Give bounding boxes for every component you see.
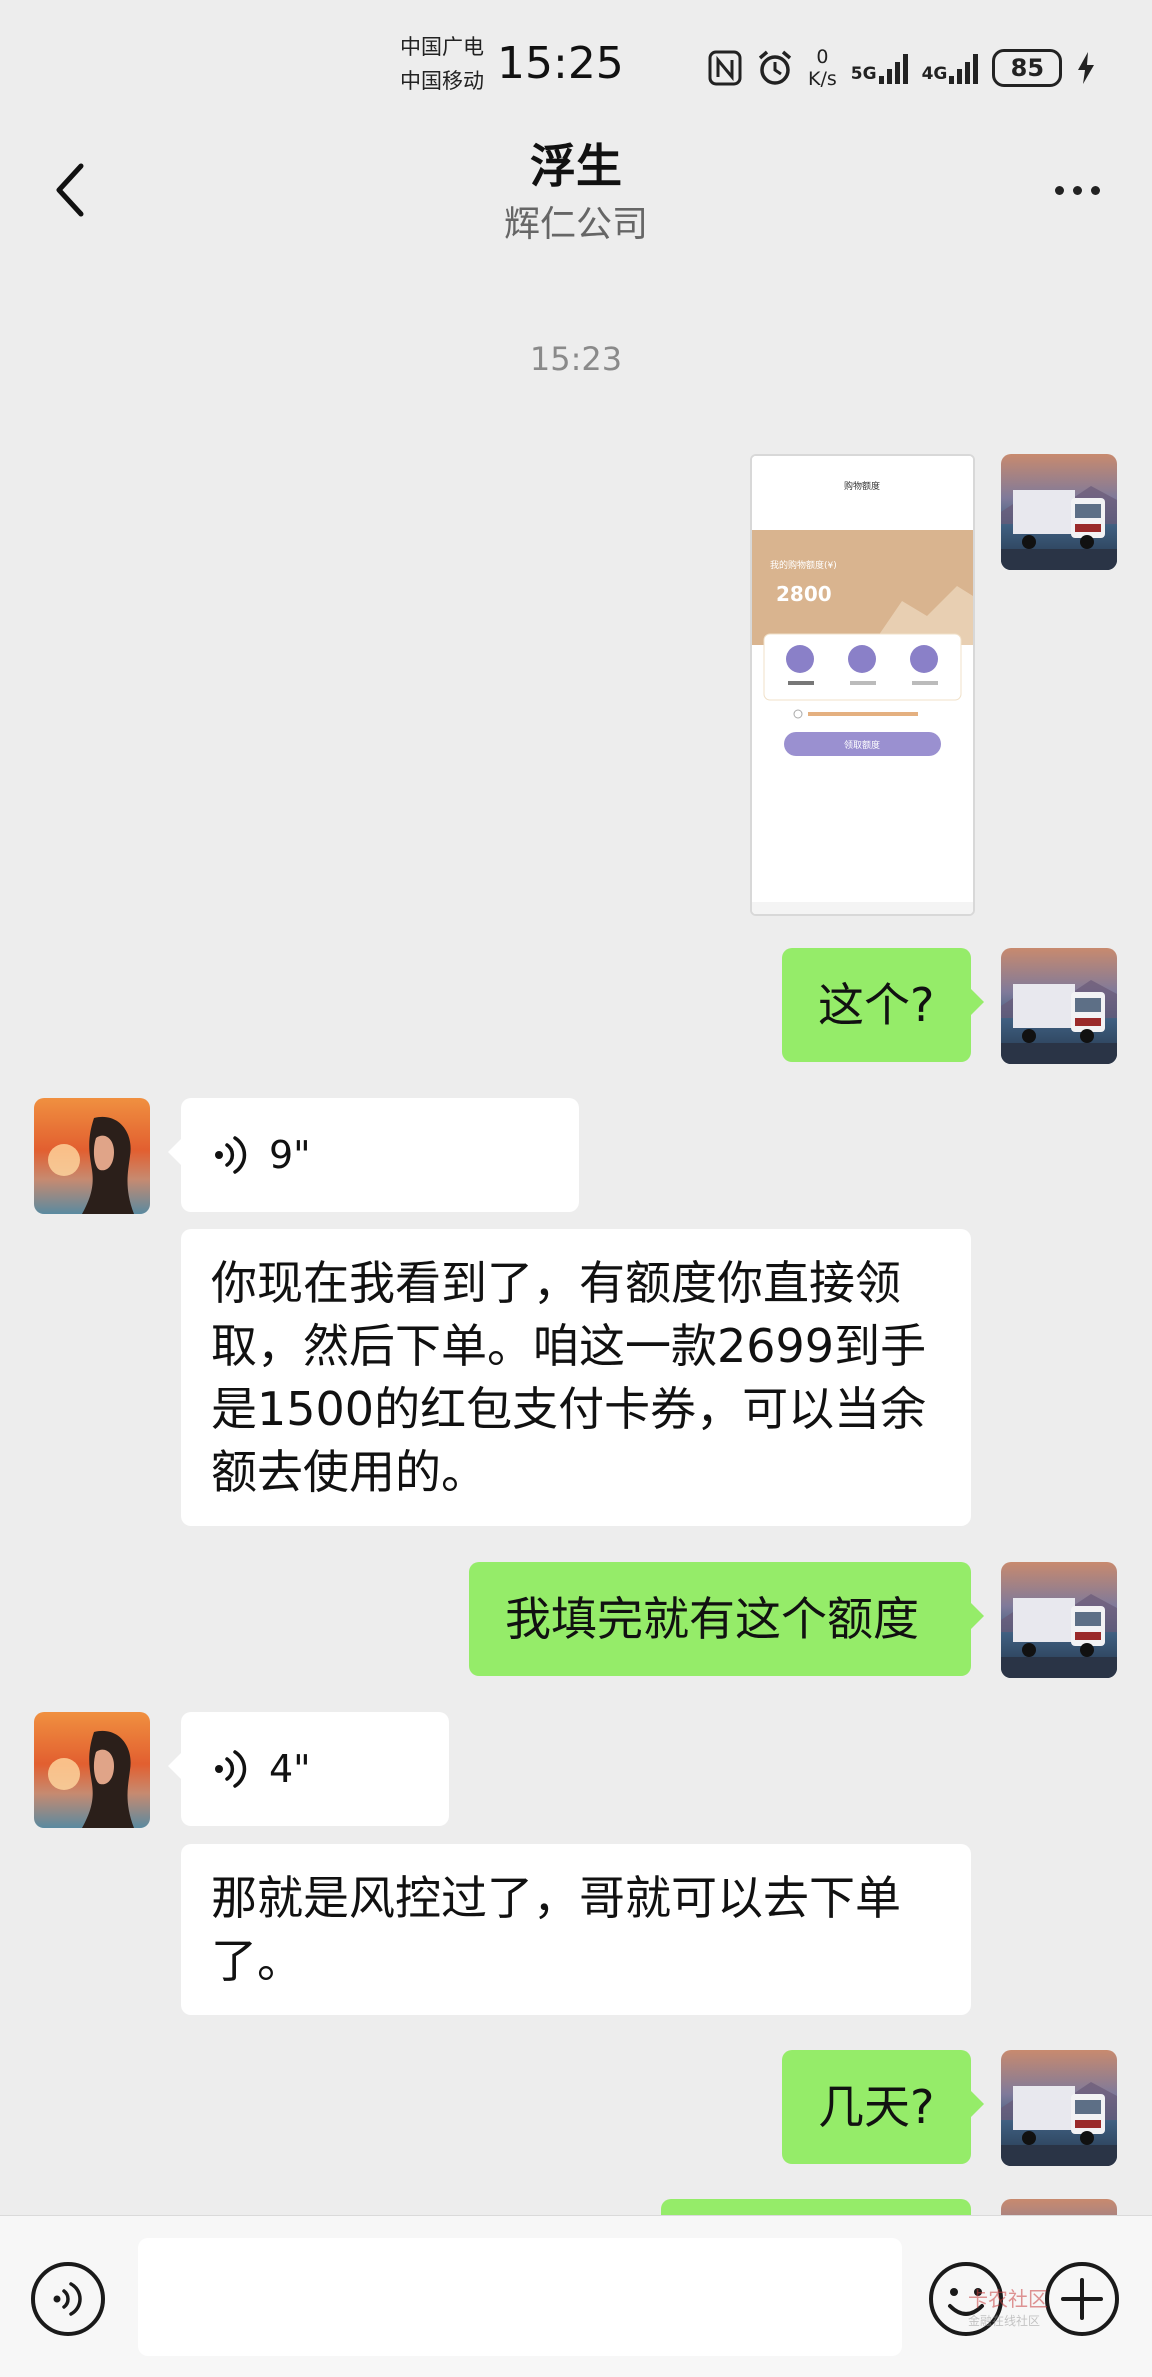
my-avatar[interactable] — [1001, 2050, 1117, 2166]
signal-icon-2: 4G — [922, 52, 979, 84]
charging-icon — [1078, 52, 1095, 84]
text-message-sent[interactable]: 这个? — [782, 948, 984, 1062]
screenshot-thumbnail: 购物额度 我的购物额度(¥) 2800 领取额度 — [752, 456, 973, 914]
more-dots-icon — [1054, 185, 1064, 195]
text-message-received[interactable]: 你现在我看到了，有额度你直接领 取，然后下单。咱这一款2699到手 是1500的… — [181, 1229, 971, 1526]
status-bar: 中国广电 中国移动 15:25 0 K/s 5G 4G 85 — [0, 0, 1152, 125]
my-avatar[interactable] — [1001, 454, 1117, 570]
carrier-1: 中国广电 — [400, 35, 484, 59]
voice-duration: 4" — [269, 1746, 311, 1791]
net-speed: 0 K/s — [808, 46, 837, 90]
screenshot-button: 领取额度 — [844, 739, 880, 751]
message-input[interactable] — [138, 2238, 902, 2356]
chat-title: 浮生 — [530, 139, 622, 193]
carrier-2: 中国移动 — [400, 69, 484, 93]
message-list[interactable]: 15:23 购物额度 我的购物额度(¥) 2800 领取额度 这个? 9" 你现… — [0, 255, 1152, 2215]
status-time: 15:25 — [497, 38, 624, 89]
voice-message[interactable]: 9" — [168, 1098, 579, 1212]
contact-avatar[interactable] — [34, 1098, 150, 1214]
battery-indicator: 85 — [992, 49, 1063, 87]
text-message-received[interactable]: 那就是风控过了，哥就可以去下单 了。 — [181, 1844, 971, 2015]
screenshot-title: 购物额度 — [844, 480, 880, 492]
carrier-names: 中国广电 中国移动 — [400, 30, 484, 98]
text-message-sent[interactable]: 几天? — [782, 2050, 984, 2164]
alarm-icon — [758, 50, 792, 85]
image-message[interactable]: 购物额度 我的购物额度(¥) 2800 领取额度 — [750, 454, 975, 916]
nfc-icon — [708, 50, 742, 86]
my-avatar[interactable] — [1001, 948, 1117, 1064]
watermark: 卡农社区 金融在线社区 — [968, 2287, 1048, 2328]
voice-toggle-icon — [31, 2262, 105, 2336]
text-message-sent-partial[interactable] — [661, 2199, 971, 2215]
voice-wave-icon — [215, 1136, 247, 1174]
status-icons: 0 K/s 5G 4G 85 — [708, 40, 1096, 96]
screenshot-amount-label: 我的购物额度(¥) — [770, 559, 837, 571]
signal-icon: 5G — [851, 52, 908, 84]
voice-wave-icon — [215, 1750, 247, 1788]
my-avatar[interactable] — [1001, 1562, 1117, 1678]
voice-message[interactable]: 4" — [168, 1712, 449, 1826]
my-avatar[interactable] — [1001, 2199, 1117, 2215]
text-message-sent[interactable]: 我填完就有这个额度 — [469, 1562, 984, 1676]
contact-avatar[interactable] — [34, 1712, 150, 1828]
more-button[interactable] — [1042, 160, 1112, 220]
voice-toggle-button[interactable] — [30, 2261, 106, 2337]
chat-subtitle: 辉仁公司 — [503, 204, 648, 245]
voice-duration: 9" — [269, 1132, 311, 1177]
chat-header: 浮生 辉仁公司 — [0, 125, 1152, 255]
screenshot-amount: 2800 — [776, 582, 832, 606]
plus-button[interactable] — [1043, 2260, 1121, 2338]
input-bar: 卡农社区 金融在线社区 — [0, 2215, 1152, 2377]
plus-icon — [1045, 2262, 1119, 2336]
message-timestamp: 15:23 — [529, 340, 623, 378]
